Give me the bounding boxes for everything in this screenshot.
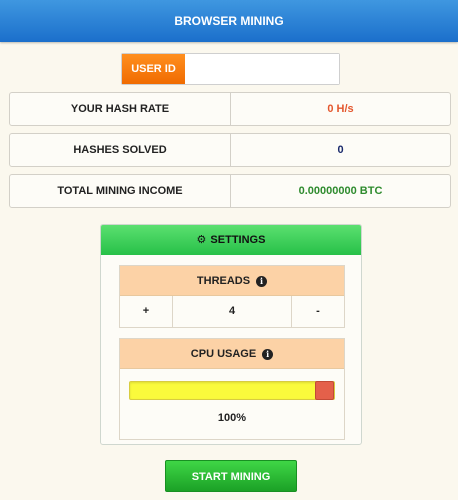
info-icon[interactable]: i <box>256 276 268 287</box>
gear-icon: ⚙ <box>196 234 207 246</box>
user-id-group: USER ID <box>121 53 340 85</box>
hashes-solved-value: 0 <box>337 144 344 156</box>
settings-title: SETTINGS <box>210 234 266 246</box>
threads-header: THREADS i <box>120 266 344 296</box>
app-title: BROWSER MINING <box>174 14 284 28</box>
threads-value: 4 <box>172 296 292 327</box>
cpu-usage-value: 100% <box>217 412 247 424</box>
hash-rate-label: YOUR HASH RATE <box>10 93 231 125</box>
info-icon[interactable]: i <box>262 349 274 360</box>
total-income-value: 0.00000000 BTC <box>298 185 383 197</box>
cpu-usage-header: CPU USAGE i <box>120 339 344 369</box>
decrease-threads-button[interactable]: - <box>292 296 344 327</box>
cpu-usage-slider-handle[interactable] <box>315 381 334 400</box>
app-header: BROWSER MINING <box>0 0 458 42</box>
threads-label: THREADS <box>196 275 251 287</box>
user-id-label: USER ID <box>122 54 185 84</box>
total-income-row: TOTAL MINING INCOME 0.00000000 BTC <box>9 174 451 208</box>
cpu-usage-label: CPU USAGE <box>190 348 257 360</box>
settings-panel: ⚙ SETTINGS THREADS i + 4 - CPU USAGE i 100% <box>100 224 362 445</box>
hashes-solved-label: HASHES SOLVED <box>10 134 231 166</box>
total-income-label: TOTAL MINING INCOME <box>10 175 231 207</box>
threads-controls: + 4 - <box>120 296 344 327</box>
hash-rate-row: YOUR HASH RATE 0 H/s <box>9 92 451 126</box>
user-id-input[interactable] <box>185 54 339 84</box>
start-mining-button[interactable]: START MINING <box>165 460 297 492</box>
cpu-usage-slider-area: 100% <box>120 369 344 439</box>
cpu-usage-panel: CPU USAGE i 100% <box>119 338 345 440</box>
hash-rate-value: 0 H/s <box>327 103 354 115</box>
threads-panel: THREADS i + 4 - <box>119 265 345 328</box>
cpu-usage-slider[interactable] <box>129 381 335 400</box>
increase-threads-button[interactable]: + <box>120 296 172 327</box>
hashes-solved-row: HASHES SOLVED 0 <box>9 133 451 167</box>
settings-header: ⚙ SETTINGS <box>101 225 361 255</box>
